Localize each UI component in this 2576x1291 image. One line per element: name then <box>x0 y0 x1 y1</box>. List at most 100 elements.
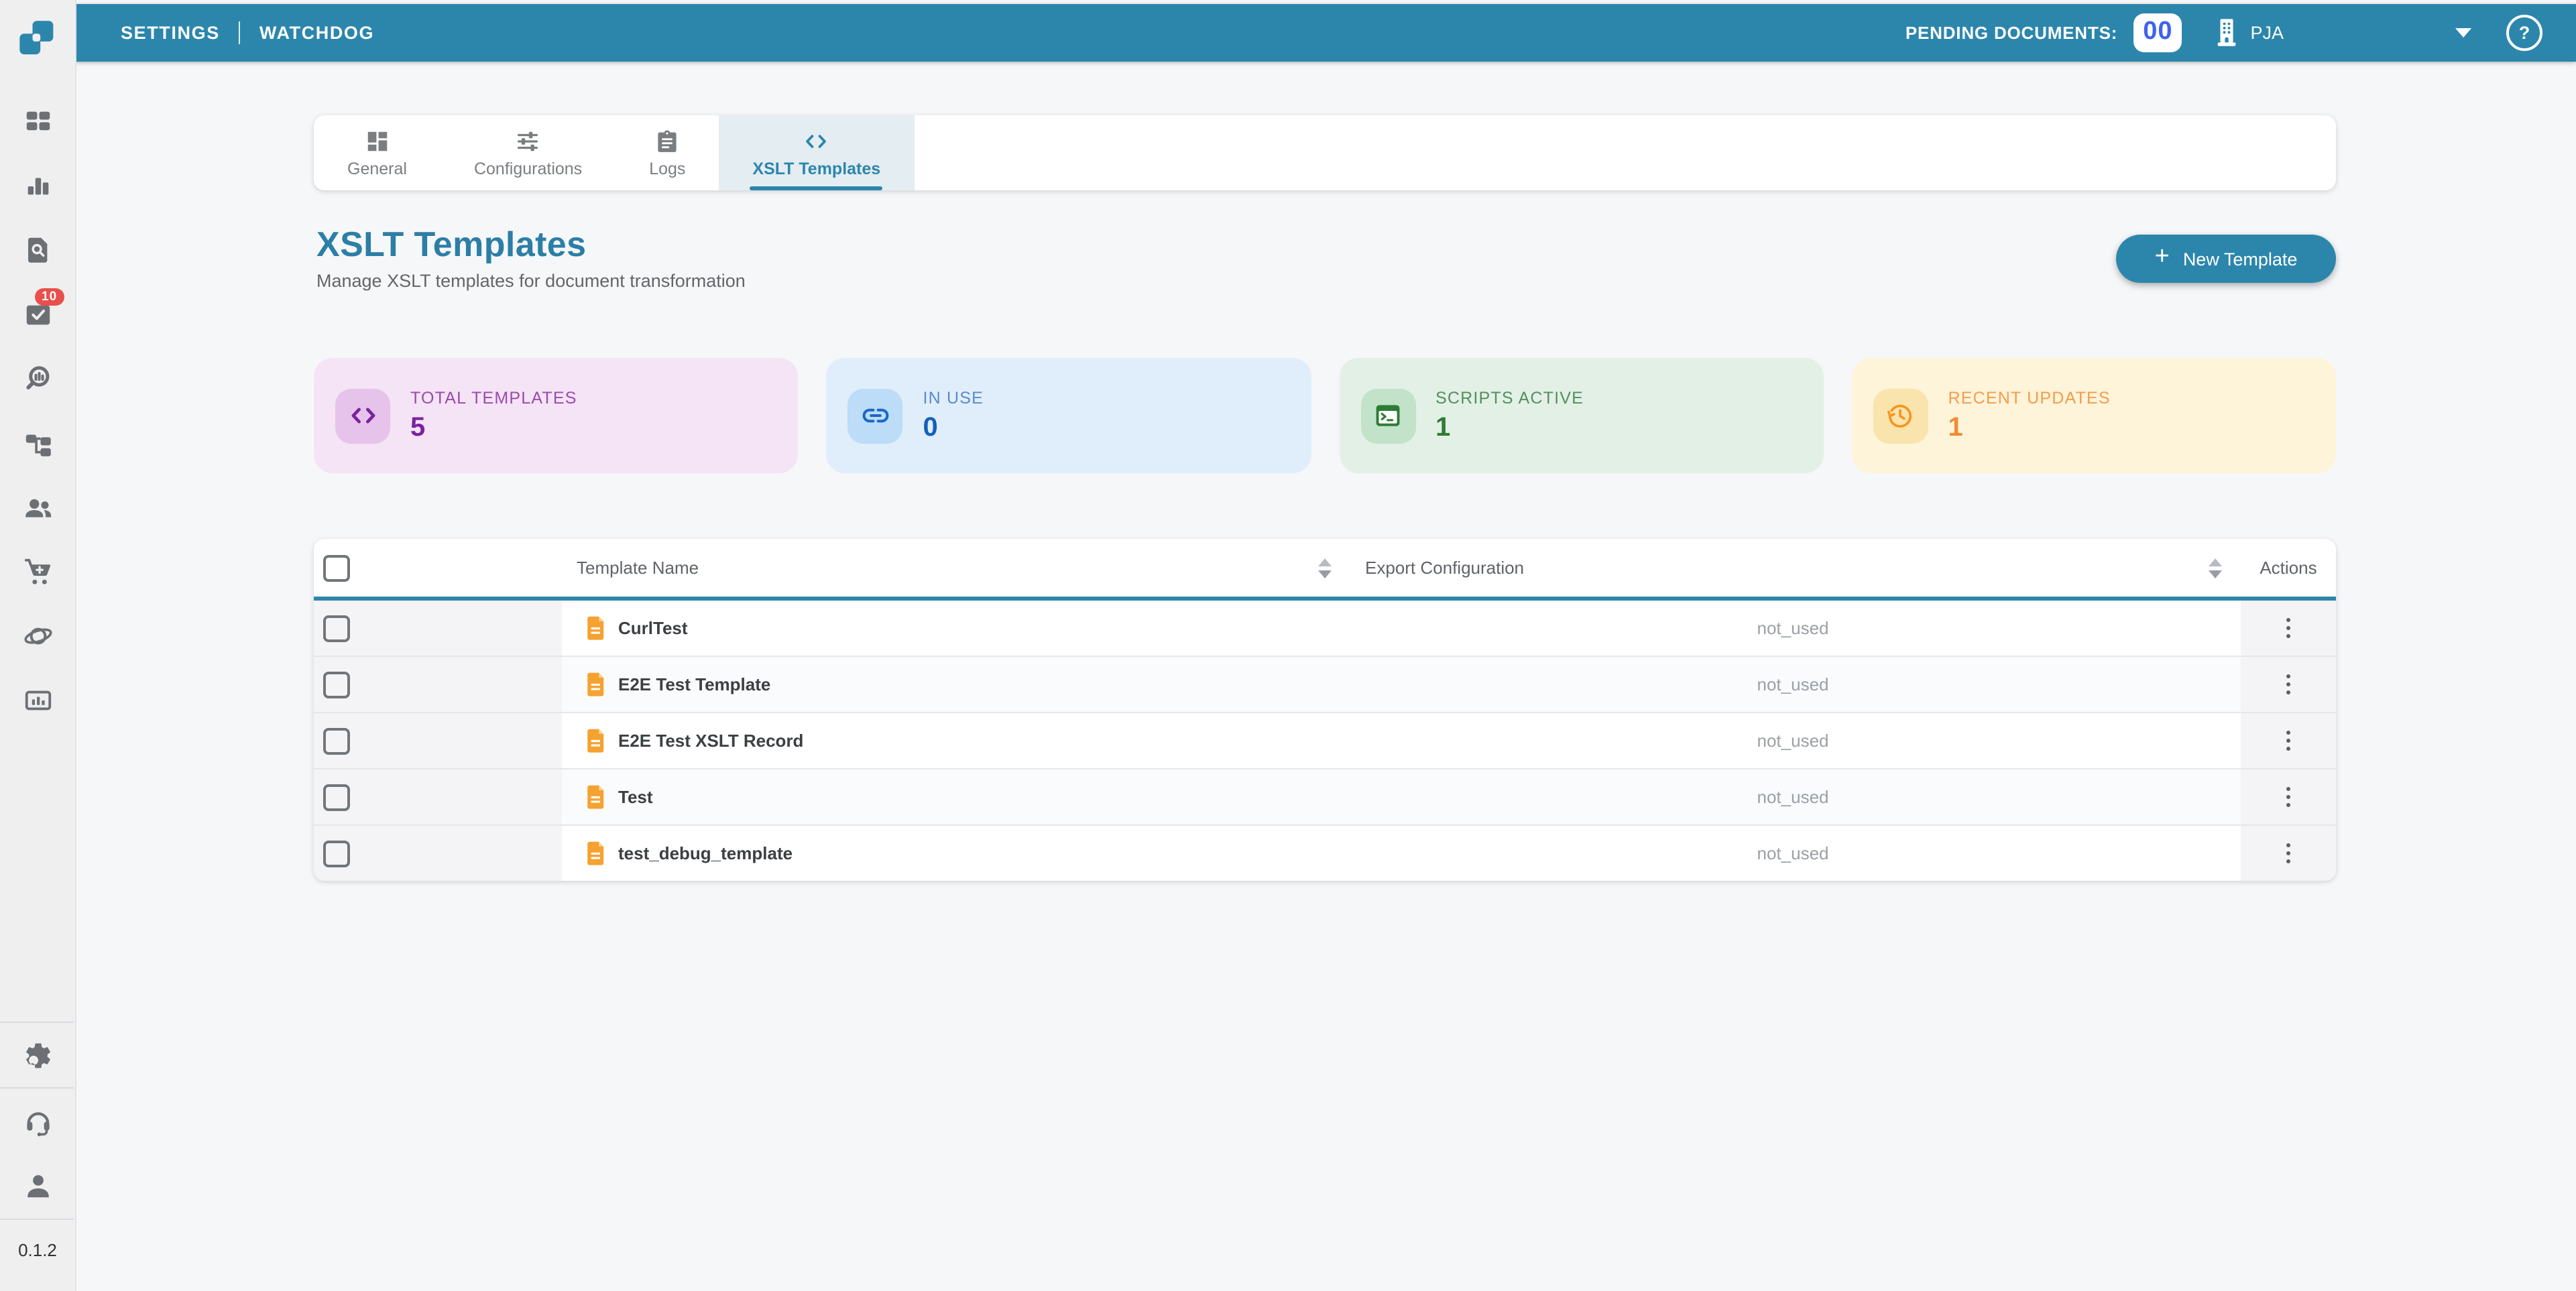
table-row[interactable]: E2E Test Template not_used <box>314 656 2336 712</box>
tab-general[interactable]: General <box>314 115 441 190</box>
row-actions-menu-icon[interactable] <box>2281 613 2296 644</box>
row-actions-menu-icon[interactable] <box>2281 725 2296 757</box>
cart-add-icon <box>22 556 53 587</box>
sidebar-item-dashboard[interactable] <box>0 88 75 153</box>
app-logo-icon[interactable] <box>13 20 63 64</box>
gear-icon <box>22 1040 53 1070</box>
top-bar: SETTINGS WATCHDOG PENDING DOCUMENTS: 00 <box>75 4 2576 62</box>
new-template-button[interactable]: + New Template <box>2116 235 2336 283</box>
template-name: Test <box>618 787 653 807</box>
organization-selector[interactable]: PJA <box>2214 17 2284 48</box>
history-icon <box>1873 388 1928 443</box>
sidebar-item-orbit[interactable] <box>0 603 75 668</box>
template-document-icon <box>586 728 606 753</box>
tab-xslt-templates[interactable]: XSLT Templates <box>719 115 914 190</box>
export-configuration-value: not_used <box>1345 713 2241 768</box>
stat-cards: TOTAL TEMPLATES 5 IN USE 0 <box>314 358 2336 473</box>
table-row[interactable]: test_debug_template not_used <box>314 824 2336 881</box>
stat-value: 1 <box>1948 412 2111 443</box>
settings-tabs: General Configurations <box>314 115 2336 190</box>
sidebar-item-profile[interactable] <box>0 1153 75 1217</box>
stat-label: RECENT UPDATES <box>1948 388 2111 407</box>
template-document-icon <box>586 672 606 697</box>
tab-label: General <box>347 159 407 178</box>
sidebar-item-users[interactable] <box>0 475 75 539</box>
row-checkbox[interactable] <box>323 784 350 810</box>
export-configuration-value: not_used <box>1345 770 2241 824</box>
tab-label: Logs <box>649 159 685 178</box>
tab-logs[interactable]: Logs <box>616 115 719 190</box>
select-all-checkbox[interactable] <box>323 554 350 581</box>
row-checkbox[interactable] <box>323 727 350 754</box>
sidebar-item-analytics[interactable] <box>0 153 75 217</box>
pending-documents-label: PENDING DOCUMENTS: <box>1906 23 2117 43</box>
help-glyph: ? <box>2519 23 2530 43</box>
sidebar-divider <box>0 1219 74 1220</box>
sidebar-item-settings[interactable] <box>0 1023 75 1087</box>
templates-table: Template Name Export Configuration Actio… <box>314 539 2336 881</box>
bar-chart-icon <box>22 170 53 200</box>
code-icon <box>804 128 829 153</box>
template-name: E2E Test XSLT Record <box>618 731 803 751</box>
headset-icon <box>22 1105 53 1136</box>
breadcrumb-separator <box>239 21 241 44</box>
sidebar-item-tasks[interactable]: 10 <box>0 282 75 346</box>
row-checkbox[interactable] <box>323 615 350 641</box>
tab-label: XSLT Templates <box>752 159 880 178</box>
sidebar-item-reports[interactable] <box>0 668 75 732</box>
caret-down-icon[interactable] <box>2455 28 2471 38</box>
row-checkbox[interactable] <box>323 840 350 867</box>
sort-icon[interactable] <box>1318 558 1332 578</box>
sidebar-item-cart[interactable] <box>0 539 75 603</box>
app-window: SETTINGS WATCHDOG PENDING DOCUMENTS: 00 <box>0 0 2576 1291</box>
table-row[interactable]: E2E Test XSLT Record not_used <box>314 712 2336 768</box>
clipboard-icon <box>654 128 680 153</box>
row-actions-menu-icon[interactable] <box>2281 782 2296 813</box>
sidebar-item-workflow[interactable] <box>0 410 75 475</box>
sidebar-item-support[interactable] <box>0 1089 75 1153</box>
stat-value: 1 <box>1436 412 1584 443</box>
template-name: test_debug_template <box>618 843 793 863</box>
template-name: CurlTest <box>618 618 688 638</box>
export-configuration-value: not_used <box>1345 657 2241 712</box>
users-icon <box>22 491 53 522</box>
code-icon <box>335 388 390 443</box>
document-search-icon <box>22 234 53 265</box>
tab-label: Configurations <box>474 159 582 178</box>
page-title: XSLT Templates <box>316 224 586 265</box>
stat-card-total-templates: TOTAL TEMPLATES 5 <box>314 358 799 473</box>
sidebar-item-document-search[interactable] <box>0 217 75 282</box>
workflow-icon <box>22 427 53 458</box>
sort-icon[interactable] <box>2209 558 2222 578</box>
sidebar-nav: 10 <box>0 88 75 732</box>
stat-card-recent-updates: RECENT UPDATES 1 <box>1852 358 2337 473</box>
export-configuration-value: not_used <box>1345 826 2241 881</box>
row-actions-menu-icon[interactable] <box>2281 838 2296 869</box>
tab-configurations[interactable]: Configurations <box>441 115 616 190</box>
stat-label: SCRIPTS ACTIVE <box>1436 388 1584 407</box>
app-version: 0.1.2 <box>0 1240 75 1260</box>
export-configuration-value: not_used <box>1345 601 2241 656</box>
tasks-count-badge: 10 <box>35 288 64 306</box>
template-document-icon <box>586 615 606 641</box>
row-checkbox[interactable] <box>323 671 350 698</box>
insights-search-icon <box>22 363 53 393</box>
stat-value: 0 <box>923 412 984 443</box>
help-icon[interactable]: ? <box>2506 15 2542 51</box>
table-header-row: Template Name Export Configuration Actio… <box>314 539 2336 601</box>
dashboard-grid-icon <box>364 128 390 153</box>
table-row[interactable]: Test not_used <box>314 768 2336 824</box>
column-header-export-configuration: Export Configuration <box>1365 558 1524 578</box>
sidebar-item-insights-search[interactable] <box>0 346 75 410</box>
row-actions-menu-icon[interactable] <box>2281 669 2296 700</box>
sidebar: 10 <box>0 0 76 1291</box>
template-document-icon <box>586 841 606 866</box>
person-icon <box>22 1170 53 1201</box>
breadcrumb: SETTINGS WATCHDOG <box>121 21 374 44</box>
link-icon <box>848 388 903 443</box>
table-row[interactable]: CurlTest not_used <box>314 601 2336 656</box>
tune-icon <box>516 128 541 153</box>
template-document-icon <box>586 784 606 810</box>
stat-card-in-use: IN USE 0 <box>827 358 1311 473</box>
pending-documents-count-badge: 00 <box>2133 13 2182 52</box>
